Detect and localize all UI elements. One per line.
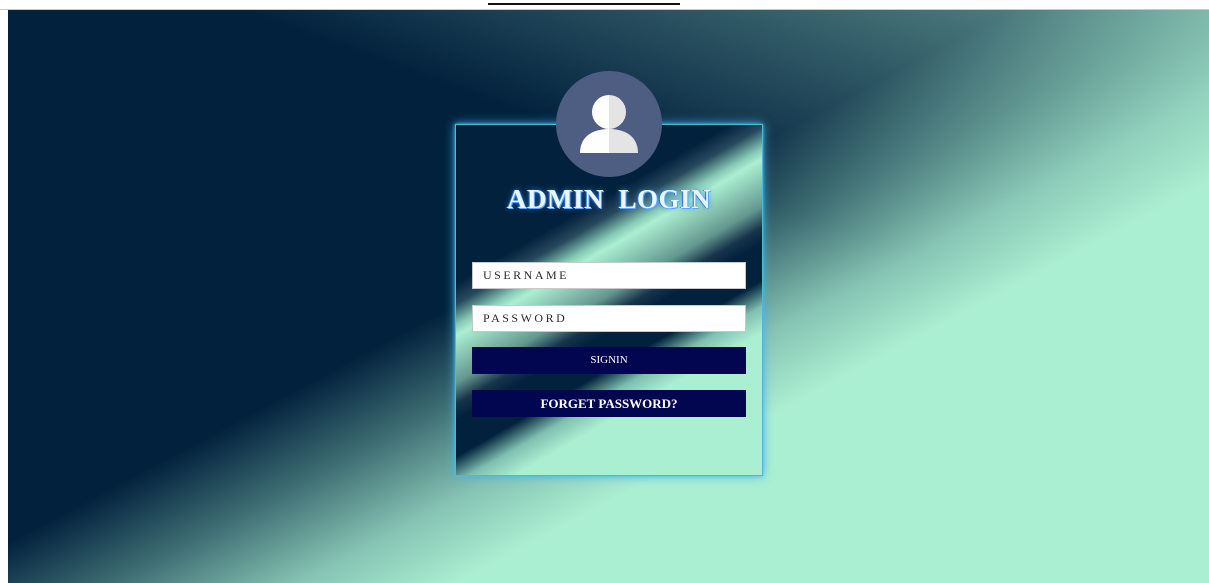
password-field[interactable] [472,305,746,332]
forget-password-button[interactable]: FORGET PASSWORD? [472,390,746,417]
avatar [556,71,662,177]
username-field[interactable] [472,262,746,289]
signin-button[interactable]: SIGNIN [472,347,746,374]
top-bar-mark [488,0,680,5]
page-title: ADMIN LOGIN [506,184,711,214]
user-icon [580,95,638,153]
